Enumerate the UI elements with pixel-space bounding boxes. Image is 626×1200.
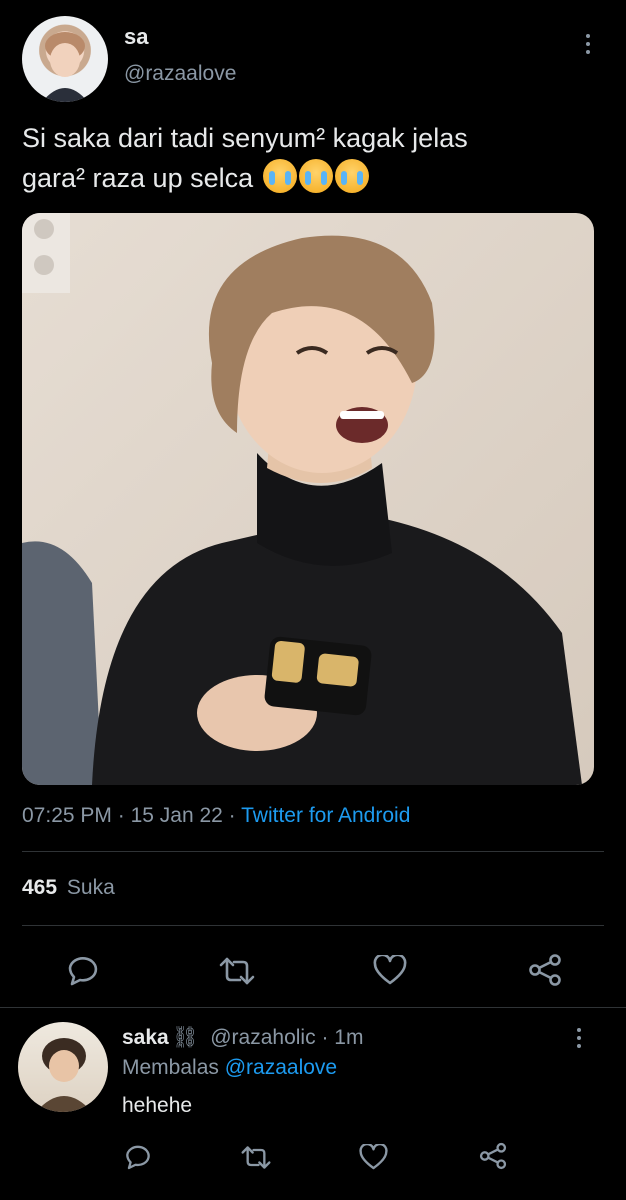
share-icon[interactable] xyxy=(527,953,563,987)
reply-share-icon[interactable] xyxy=(478,1142,508,1170)
meta-separator: · xyxy=(228,804,236,827)
tweet-text-line-2-words: gara² raza up selca xyxy=(22,163,254,193)
tweet-text-line-1: Si saka dari tadi senyum² kagak jelas xyxy=(22,123,468,153)
tweet-date: 15 Jan 22 xyxy=(130,804,223,827)
likes-count-row[interactable]: 465 Suka xyxy=(22,876,115,900)
replying-to-line: Membalas @razaalove xyxy=(122,1056,337,1080)
reply-author-name[interactable]: saka xyxy=(122,1026,169,1049)
tweet-text-line-2: gara² raza up selca xyxy=(22,158,612,198)
reply-text: hehehe xyxy=(122,1094,193,1117)
photo-person-icon xyxy=(22,213,594,785)
tweet-text: Si saka dari tadi senyum² kagak jelas ga… xyxy=(22,118,612,198)
more-options-icon[interactable] xyxy=(585,34,591,58)
tweet-photo[interactable] xyxy=(22,213,594,785)
crying-face-icon xyxy=(263,159,298,193)
reply-reply-icon[interactable] xyxy=(124,1143,152,1170)
likes-count: 465 xyxy=(22,876,58,899)
chain-badge-icon: ⛓ xyxy=(171,1026,199,1049)
meta-separator: · xyxy=(117,804,125,827)
replying-to-prefix: Membalas xyxy=(122,1056,219,1079)
crying-face-icon xyxy=(299,159,334,193)
reply-more-options-icon[interactable] xyxy=(576,1028,582,1052)
crying-face-icon xyxy=(335,159,370,193)
reply-retweet-icon[interactable] xyxy=(240,1145,272,1170)
author-handle[interactable]: @razaalove xyxy=(124,62,236,86)
tweet-time: 07:25 PM xyxy=(22,804,112,827)
tweet-source-link[interactable]: Twitter for Android xyxy=(241,804,410,827)
replying-to-link[interactable]: @razaalove xyxy=(225,1056,337,1079)
author-name[interactable]: sa xyxy=(124,24,148,50)
section-divider xyxy=(0,1007,626,1008)
retweet-icon[interactable] xyxy=(218,956,256,986)
divider xyxy=(22,925,604,926)
tweet-meta: 07:25 PM · 15 Jan 22 · Twitter for Andro… xyxy=(22,804,410,828)
reply-icon[interactable] xyxy=(66,954,100,986)
avatar-portrait-icon xyxy=(42,32,88,102)
reply-like-heart-icon[interactable] xyxy=(359,1144,388,1170)
reply-author-handle[interactable]: @razaholic xyxy=(210,1026,315,1049)
author-avatar[interactable] xyxy=(22,16,108,102)
reply-avatar-portrait-icon xyxy=(36,1038,92,1112)
reply-author-avatar[interactable] xyxy=(18,1022,108,1112)
likes-label: Suka xyxy=(66,876,115,899)
reply-header: saka ⛓ @razaholic · 1m xyxy=(122,1026,363,1050)
meta-separator: · xyxy=(321,1026,329,1049)
divider xyxy=(22,851,604,852)
reply-time: 1m xyxy=(334,1026,364,1049)
like-heart-icon[interactable] xyxy=(373,955,407,985)
